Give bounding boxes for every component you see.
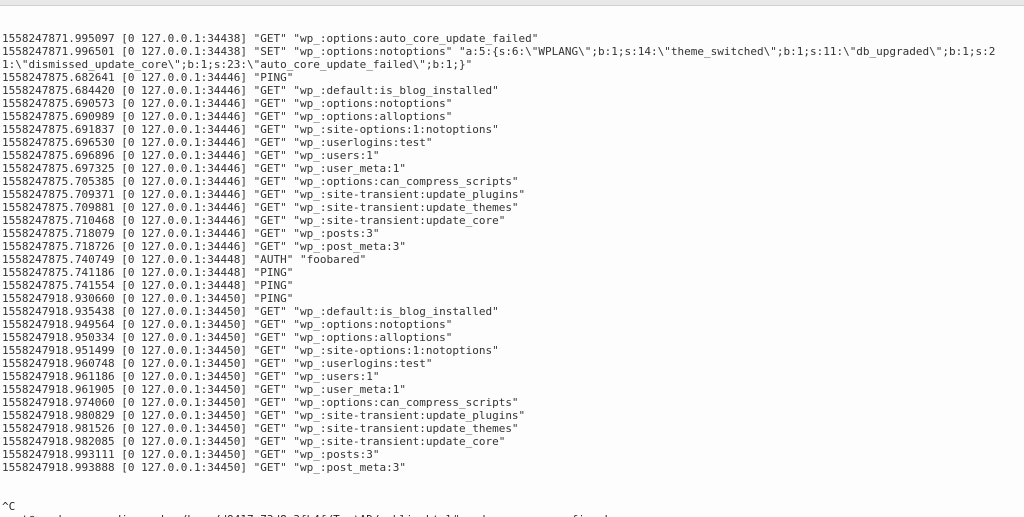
log-line: 1558247918.981526 [0 127.0.0.1:34450] "G… (2, 422, 1022, 435)
log-line: 1558247875.709371 [0 127.0.0.1:34446] "G… (2, 188, 1022, 201)
log-line: 1558247875.741186 [0 127.0.0.1:34448] "P… (2, 266, 1022, 279)
log-line: 1558247871.996501 [0 127.0.0.1:34438] "S… (2, 45, 1022, 58)
log-line: 1558247918.949564 [0 127.0.0.1:34450] "G… (2, 318, 1022, 331)
log-line: 1558247918.993111 [0 127.0.0.1:34450] "G… (2, 448, 1022, 461)
log-line: 1558247875.718079 [0 127.0.0.1:34446] "G… (2, 227, 1022, 240)
log-line: 1558247875.684420 [0 127.0.0.1:34446] "G… (2, 84, 1022, 97)
log-line: 1558247875.710468 [0 127.0.0.1:34446] "G… (2, 214, 1022, 227)
log-line: 1558247918.974060 [0 127.0.0.1:34450] "G… (2, 396, 1022, 409)
log-line: 1558247875.682641 [0 127.0.0.1:34446] "P… (2, 71, 1022, 84)
log-line: 1558247875.691837 [0 127.0.0.1:34446] "G… (2, 123, 1022, 136)
log-line: 1558247918.982085 [0 127.0.0.1:34450] "G… (2, 435, 1022, 448)
log-line: 1558247918.930660 [0 127.0.0.1:34450] "P… (2, 292, 1022, 305)
log-line: 1:\"dismissed_update_core\";b:1;s:23:\"a… (2, 58, 1022, 71)
prompt-lines-container: ^Croot@wordpress-redis-cache:/home/d9417… (2, 500, 1022, 517)
log-line: 1558247875.690573 [0 127.0.0.1:34446] "G… (2, 97, 1022, 110)
log-line: 1558247875.709881 [0 127.0.0.1:34446] "G… (2, 201, 1022, 214)
log-line: 1558247875.696896 [0 127.0.0.1:34446] "G… (2, 149, 1022, 162)
log-line: 1558247871.995097 [0 127.0.0.1:34438] "G… (2, 32, 1022, 45)
log-line: 1558247875.705385 [0 127.0.0.1:34446] "G… (2, 175, 1022, 188)
log-line: 1558247875.697325 [0 127.0.0.1:34446] "G… (2, 162, 1022, 175)
log-line: 1558247875.741554 [0 127.0.0.1:34448] "P… (2, 279, 1022, 292)
log-line: 1558247918.960748 [0 127.0.0.1:34450] "G… (2, 357, 1022, 370)
terminal-output[interactable]: 1558247871.995097 [0 127.0.0.1:34438] "G… (0, 6, 1024, 517)
log-line: 1558247875.696530 [0 127.0.0.1:34446] "G… (2, 136, 1022, 149)
log-line: 1558247918.980829 [0 127.0.0.1:34450] "G… (2, 409, 1022, 422)
log-line: 1558247875.718726 [0 127.0.0.1:34446] "G… (2, 240, 1022, 253)
prompt-line[interactable]: ^C (2, 500, 1022, 513)
log-line: 1558247875.690989 [0 127.0.0.1:34446] "G… (2, 110, 1022, 123)
prompt-line[interactable]: root@wordpress-redis-cache:/home/d9417a7… (2, 513, 1022, 517)
log-line: 1558247918.961186 [0 127.0.0.1:34450] "G… (2, 370, 1022, 383)
log-lines-container: 1558247871.995097 [0 127.0.0.1:34438] "G… (2, 32, 1022, 474)
log-line: 1558247918.993888 [0 127.0.0.1:34450] "G… (2, 461, 1022, 474)
log-line: 1558247918.951499 [0 127.0.0.1:34450] "G… (2, 344, 1022, 357)
log-line: 1558247918.961905 [0 127.0.0.1:34450] "G… (2, 383, 1022, 396)
log-line: 1558247918.950334 [0 127.0.0.1:34450] "G… (2, 331, 1022, 344)
log-line: 1558247918.935438 [0 127.0.0.1:34450] "G… (2, 305, 1022, 318)
log-line: 1558247875.740749 [0 127.0.0.1:34448] "A… (2, 253, 1022, 266)
